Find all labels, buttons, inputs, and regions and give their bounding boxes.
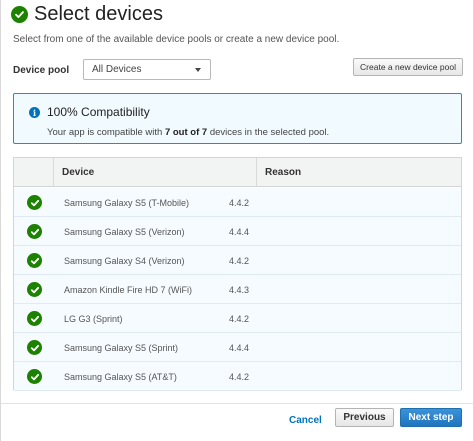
compatibility-info-box: i 100% Compatibility Your app is compati…: [13, 93, 462, 144]
column-header-device[interactable]: Device: [54, 158, 257, 187]
device-os-version: 4.4.2: [229, 255, 250, 266]
chevron-down-icon: [195, 68, 201, 72]
check-circle-icon: [11, 5, 28, 23]
column-header-status: [14, 158, 54, 187]
device-os-version: 4.4.2: [229, 313, 250, 324]
table-row[interactable]: Samsung Galaxy S4 (Verizon) 4.4.2: [14, 246, 461, 275]
previous-button[interactable]: Previous: [335, 408, 394, 427]
device-pool-select[interactable]: All Devices: [83, 59, 211, 80]
table-row[interactable]: Amazon Kindle Fire HD 7 (WiFi) 4.4.3: [14, 275, 461, 304]
page-title: Select devices: [34, 2, 163, 25]
check-icon: [27, 224, 42, 239]
compatibility-title: 100% Compatibility: [47, 105, 150, 119]
device-os-version: 4.4.4: [229, 342, 250, 353]
table-row[interactable]: Samsung Galaxy S5 (AT&T) 4.4.2: [14, 362, 461, 391]
device-os-version: 4.4.4: [229, 226, 250, 237]
footer-divider: [1, 403, 474, 404]
device-name: Samsung Galaxy S5 (T-Mobile): [64, 197, 190, 208]
device-os-version: 4.4.2: [229, 371, 250, 382]
page-header: Select devices: [11, 2, 163, 26]
table-row[interactable]: Samsung Galaxy S5 (T-Mobile) 4.4.2: [14, 188, 461, 217]
device-name: Amazon Kindle Fire HD 7 (WiFi): [64, 284, 193, 295]
info-icon: i: [29, 107, 40, 118]
device-name: Samsung Galaxy S5 (AT&T): [64, 371, 177, 382]
compatibility-message: Your app is compatible with 7 out of 7 d…: [47, 127, 330, 138]
check-icon: [27, 340, 42, 355]
wizard-panel: Select devices Select from one of the av…: [0, 0, 474, 441]
table-row[interactable]: LG G3 (Sprint) 4.4.2: [14, 304, 461, 333]
devices-table: Device Reason Samsung Galaxy S5 (T-Mobil…: [13, 157, 462, 391]
device-name: Samsung Galaxy S5 (Verizon): [64, 226, 185, 237]
column-header-reason[interactable]: Reason: [257, 158, 461, 187]
device-name: Samsung Galaxy S5 (Sprint): [64, 342, 179, 353]
check-icon: [27, 195, 42, 210]
cancel-button[interactable]: Cancel: [289, 413, 322, 427]
device-os-version: 4.4.2: [229, 197, 250, 208]
page-subtitle: Select from one of the available device …: [13, 34, 340, 45]
check-icon: [27, 253, 42, 268]
check-icon: [27, 311, 42, 326]
create-device-pool-button[interactable]: Create a new device pool: [353, 58, 463, 76]
check-icon: [27, 369, 42, 384]
device-os-version: 4.4.3: [229, 284, 250, 295]
table-row[interactable]: Samsung Galaxy S5 (Verizon) 4.4.4: [14, 217, 461, 246]
next-step-button[interactable]: Next step: [400, 408, 462, 427]
check-icon: [27, 282, 42, 297]
device-name: Samsung Galaxy S4 (Verizon): [64, 255, 185, 266]
device-pool-selected-value: All Devices: [92, 64, 142, 75]
table-row[interactable]: Samsung Galaxy S5 (Sprint) 4.4.4: [14, 333, 461, 362]
device-name: LG G3 (Sprint): [64, 313, 123, 324]
device-pool-label: Device pool: [13, 65, 70, 76]
table-header: Device Reason: [14, 158, 461, 187]
